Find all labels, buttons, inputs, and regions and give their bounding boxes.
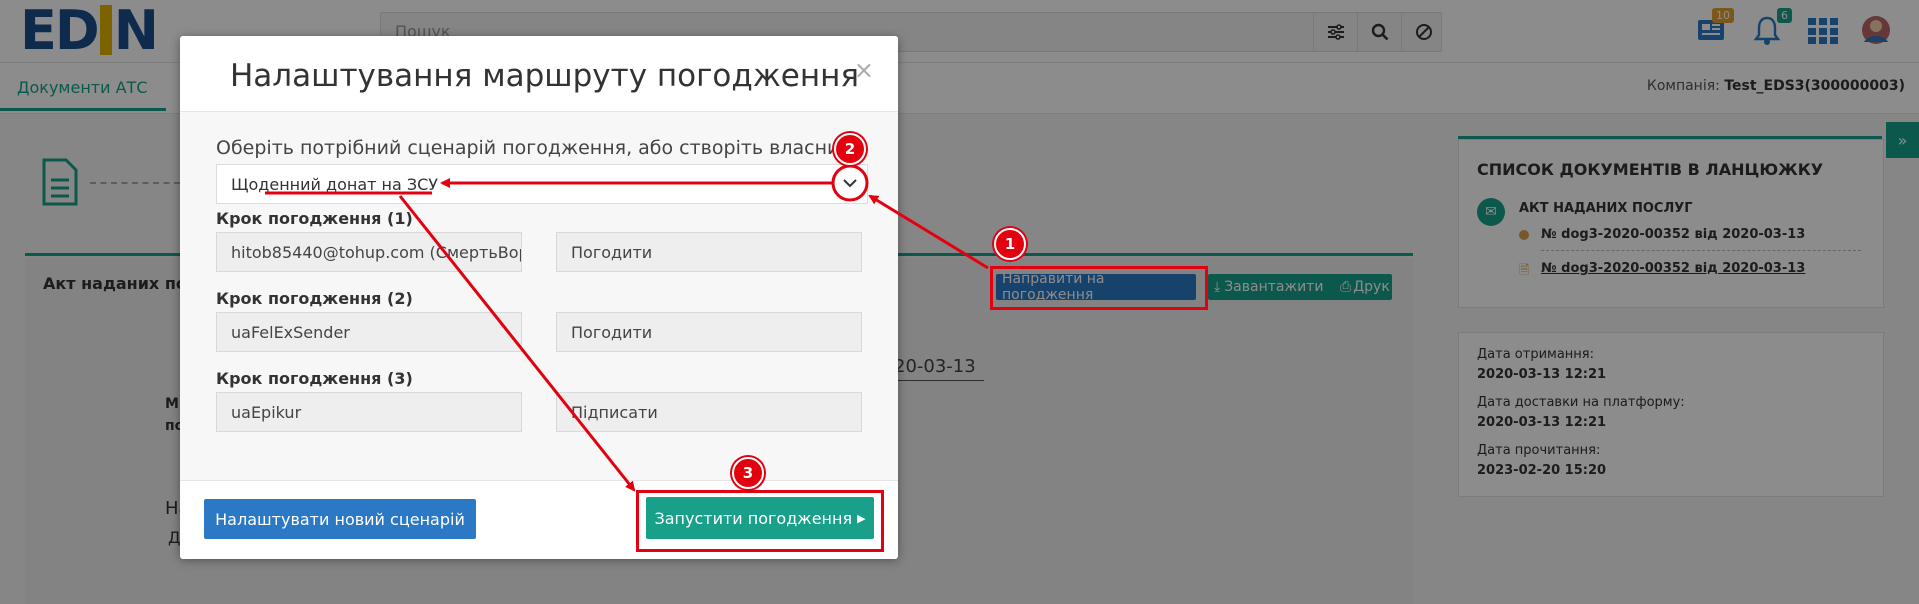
- annotation-arrows: [265, 164, 989, 492]
- dropdown-highlight-circle: [831, 164, 869, 202]
- annotation-badge-3: 3: [732, 457, 764, 489]
- annotation-badge-1: 1: [994, 228, 1026, 260]
- annotation-badge-2: 2: [834, 133, 866, 165]
- highlight-send-button: [990, 266, 1208, 310]
- highlight-start-button: [636, 490, 884, 552]
